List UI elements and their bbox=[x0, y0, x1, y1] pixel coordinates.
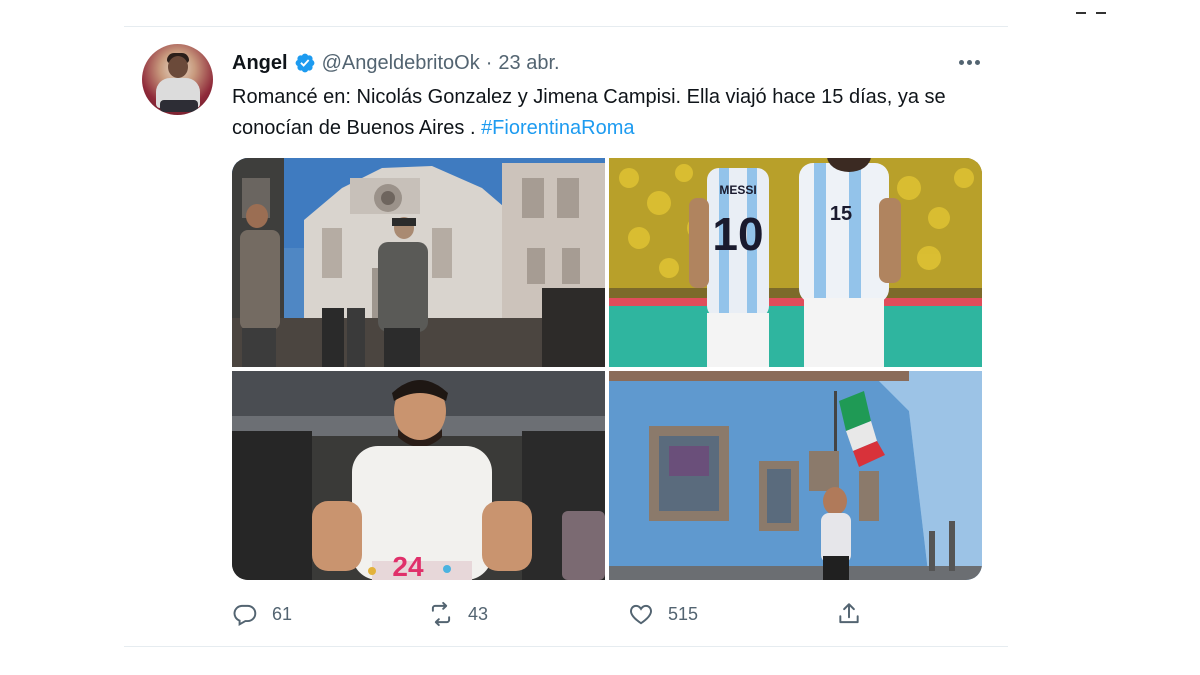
birthday-photo-icon: 24 bbox=[232, 371, 605, 580]
header-separator: · bbox=[485, 51, 493, 74]
cathedral-photo-icon bbox=[232, 158, 605, 367]
like-action[interactable]: 515 bbox=[628, 598, 698, 630]
hashtag-link[interactable]: #FiorentinaRoma bbox=[481, 117, 634, 139]
media-photo-blue-building[interactable] bbox=[609, 371, 982, 580]
blue-building-photo-icon bbox=[609, 371, 982, 580]
share-icon bbox=[839, 603, 859, 624]
jersey-name-text: MESSI bbox=[719, 183, 756, 197]
share-action[interactable] bbox=[836, 598, 862, 630]
heart-icon bbox=[630, 604, 652, 625]
like-count: 515 bbox=[668, 603, 699, 624]
birthday-candle-text: 24 bbox=[392, 551, 424, 580]
corner-decoration bbox=[1076, 4, 1110, 16]
media-photo-football-players[interactable]: MESSI 10 15 bbox=[609, 158, 982, 367]
verified-badge-icon bbox=[295, 53, 314, 73]
avatar[interactable] bbox=[142, 44, 213, 115]
avatar-legs bbox=[160, 100, 198, 112]
media-photo-birthday[interactable]: 24 bbox=[232, 371, 605, 580]
retweet-action[interactable]: 43 bbox=[428, 598, 488, 630]
more-options-icon[interactable] bbox=[954, 50, 984, 74]
tweet-actions: 61 43 515 bbox=[232, 598, 992, 630]
author-handle[interactable]: @AngeldebritoOk bbox=[322, 52, 480, 75]
tweet-date[interactable]: 23 abr. bbox=[498, 52, 559, 75]
retweet-count: 43 bbox=[468, 603, 489, 624]
media-grid: MESSI 10 15 24 bbox=[232, 158, 982, 580]
author-name[interactable]: Angel bbox=[232, 52, 288, 75]
football-players-photo-icon: MESSI 10 15 bbox=[609, 158, 982, 367]
bottom-divider bbox=[124, 646, 1008, 647]
reply-count: 61 bbox=[272, 603, 293, 624]
jersey-number-10-text: 10 bbox=[712, 208, 763, 260]
media-photo-cathedral[interactable] bbox=[232, 158, 605, 367]
jersey-number-15-text: 15 bbox=[830, 203, 852, 225]
avatar-head bbox=[168, 56, 188, 78]
top-divider bbox=[124, 26, 1008, 27]
tweet-text: Romancé en: Nicolás Gonzalez y Jimena Ca… bbox=[232, 82, 992, 144]
reply-icon bbox=[233, 604, 257, 626]
reply-action[interactable]: 61 bbox=[232, 598, 292, 630]
retweet-icon bbox=[431, 601, 451, 627]
tweet-header: Angel @AngeldebritoOk · 23 abr. bbox=[232, 51, 560, 75]
